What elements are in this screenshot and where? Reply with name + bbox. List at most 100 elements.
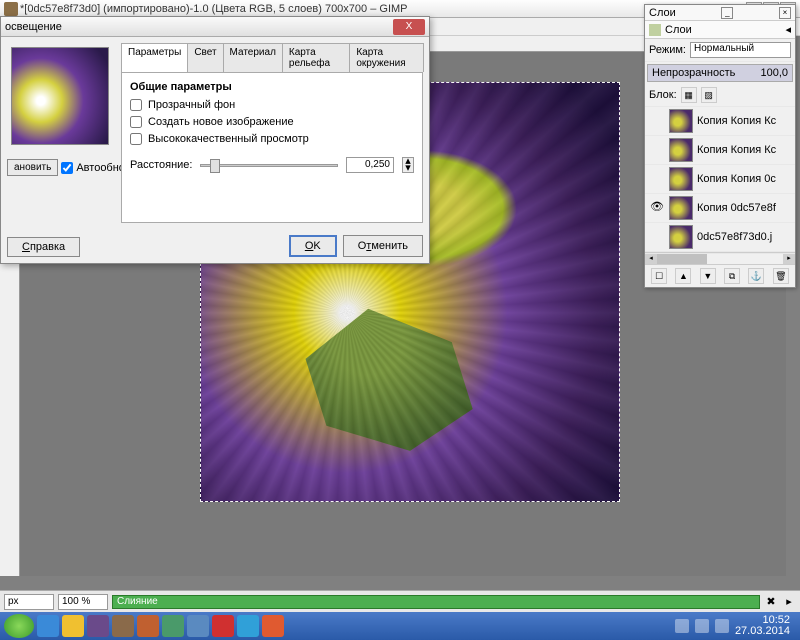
statusbar: px 100 % Слияние ✖ ▸ [0, 590, 800, 612]
layer-thumbnail [669, 225, 693, 249]
lower-layer-button[interactable]: ▼ [700, 268, 716, 284]
taskbar-app-icon[interactable] [162, 615, 184, 637]
distance-spinner[interactable]: ▴▾ [402, 157, 414, 173]
tab-material[interactable]: Материал [223, 43, 283, 72]
distance-value-input[interactable]: 0,250 [346, 157, 394, 173]
taskbar-app-icon[interactable] [112, 615, 134, 637]
taskbar-app-icon[interactable] [87, 615, 109, 637]
taskbar-app-icon[interactable] [212, 615, 234, 637]
opacity-slider[interactable]: Непрозрачность 100,0 [647, 64, 793, 82]
transparent-bg-label: Прозрачный фон [148, 99, 235, 111]
layer-item[interactable]: 👁 Копия 0dc57e8f [645, 194, 795, 223]
tray-icon[interactable] [715, 619, 729, 633]
scroll-thumb[interactable] [657, 254, 707, 264]
distance-slider-thumb[interactable] [210, 159, 220, 173]
delete-layer-button[interactable]: 🗑 [773, 268, 789, 284]
image-leaf [285, 292, 494, 459]
dialog-titlebar[interactable]: освещение X [1, 17, 429, 37]
layers-tab-menu-icon[interactable]: ◂ [785, 23, 791, 36]
layer-visibility-toggle[interactable] [649, 229, 665, 245]
tab-parameters[interactable]: Параметры [121, 43, 188, 72]
new-image-checkbox[interactable] [130, 116, 142, 128]
distance-label: Расстояние: [130, 159, 192, 171]
dialog-close-button[interactable]: X [393, 19, 425, 35]
auto-update-checkbox[interactable] [61, 162, 73, 174]
layer-thumbnail [669, 167, 693, 191]
layers-panel: Слои _ × Слои ◂ Режим: Нормальный Непроз… [644, 4, 796, 288]
lock-label: Блок: [649, 89, 677, 101]
mode-label: Режим: [649, 44, 686, 56]
dialog-tabs: Параметры Свет Материал Карта рельефа Ка… [121, 43, 423, 73]
tab-bumpmap[interactable]: Карта рельефа [282, 43, 350, 72]
hq-preview-label: Высококачественный просмотр [148, 133, 309, 145]
layers-hscroll[interactable]: ◂ ▸ [645, 252, 795, 264]
layer-thumbnail [669, 138, 693, 162]
ok-button[interactable]: OK [289, 235, 337, 257]
cancel-progress-button[interactable]: ✖ [764, 595, 778, 608]
taskbar-app-icon[interactable] [137, 615, 159, 637]
tab-panel-parameters: Общие параметры Прозрачный фон Создать н… [121, 73, 423, 223]
cancel-button[interactable]: Отменить [343, 235, 423, 257]
start-button[interactable] [4, 614, 34, 638]
taskbar-app-icon[interactable] [62, 615, 84, 637]
tray-date[interactable]: 27.03.2014 [735, 626, 790, 637]
lighting-dialog: освещение X ановить Автообновление Парам… [0, 16, 430, 264]
layer-item[interactable]: Копия Копия Кс [645, 107, 795, 136]
new-layer-button[interactable]: ☐ [651, 268, 667, 284]
layer-visibility-toggle[interactable] [649, 171, 665, 187]
layer-name[interactable]: 0dc57e8f73d0.j [697, 231, 791, 243]
hq-preview-checkbox[interactable] [130, 133, 142, 145]
taskbar-app-icon[interactable] [262, 615, 284, 637]
layer-name[interactable]: Копия Копия Кс [697, 115, 791, 127]
layer-visibility-toggle[interactable]: 👁 [649, 200, 665, 216]
scroll-right-button[interactable]: ▸ [783, 254, 795, 264]
dialog-preview-column: ановить Автообновление [7, 43, 113, 223]
tab-envmap[interactable]: Карта окружения [349, 43, 424, 72]
taskbar-app-icon[interactable] [37, 615, 59, 637]
layer-thumbnail [669, 109, 693, 133]
layer-name[interactable]: Копия 0dc57e8f [697, 202, 791, 214]
layer-item[interactable]: Копия Копия Кс [645, 136, 795, 165]
opacity-label: Непрозрачность [652, 67, 735, 79]
tray-icon[interactable] [675, 619, 689, 633]
unit-select[interactable]: px [4, 594, 54, 610]
distance-slider[interactable] [200, 164, 338, 167]
layer-visibility-toggle[interactable] [649, 113, 665, 129]
layers-titlebar[interactable]: Слои _ × [645, 5, 795, 21]
layers-close-button[interactable]: × [779, 7, 791, 19]
gimp-app-icon [4, 2, 18, 16]
new-image-label: Создать новое изображение [148, 116, 294, 128]
tray-icon[interactable] [695, 619, 709, 633]
layers-min-button[interactable]: _ [721, 7, 733, 19]
zoom-select[interactable]: 100 % [58, 594, 108, 610]
layer-item[interactable]: Копия Копия 0с [645, 165, 795, 194]
navigate-icon[interactable]: ▸ [782, 595, 796, 608]
update-preview-button[interactable]: ановить [7, 159, 58, 176]
taskbar-app-icon[interactable] [187, 615, 209, 637]
lock-alpha-button[interactable]: ▨ [701, 87, 717, 103]
layers-title-text: Слои [649, 7, 676, 19]
system-tray: 10:52 27.03.2014 [675, 615, 796, 637]
layers-toolbar: ☐ ▲ ▼ ⧉ ⚓ 🗑 [645, 264, 795, 287]
layer-list: Копия Копия Кс Копия Копия Кс Копия Копи… [645, 107, 795, 252]
window-title: *[0dc57e8f73d0] (импортировано)-1.0 (Цве… [20, 3, 744, 15]
scroll-left-button[interactable]: ◂ [645, 254, 657, 264]
params-header: Общие параметры [130, 81, 414, 93]
layer-visibility-toggle[interactable] [649, 142, 665, 158]
help-button[interactable]: Справка [7, 237, 80, 257]
layers-dock-tab[interactable]: Слои ◂ [645, 21, 795, 39]
layer-name[interactable]: Копия Копия Кс [697, 144, 791, 156]
progress-bar: Слияние [112, 595, 760, 609]
taskbar-app-icon[interactable] [237, 615, 259, 637]
anchor-layer-button[interactable]: ⚓ [748, 268, 764, 284]
layer-item[interactable]: 0dc57e8f73d0.j [645, 223, 795, 252]
duplicate-layer-button[interactable]: ⧉ [724, 268, 740, 284]
transparent-bg-checkbox[interactable] [130, 99, 142, 111]
preview-image[interactable] [11, 47, 109, 145]
scroll-track[interactable] [657, 254, 783, 264]
layer-name[interactable]: Копия Копия 0с [697, 173, 791, 185]
mode-select[interactable]: Нормальный [690, 42, 791, 58]
lock-pixels-button[interactable]: ▦ [681, 87, 697, 103]
tab-light[interactable]: Свет [187, 43, 223, 72]
raise-layer-button[interactable]: ▲ [675, 268, 691, 284]
